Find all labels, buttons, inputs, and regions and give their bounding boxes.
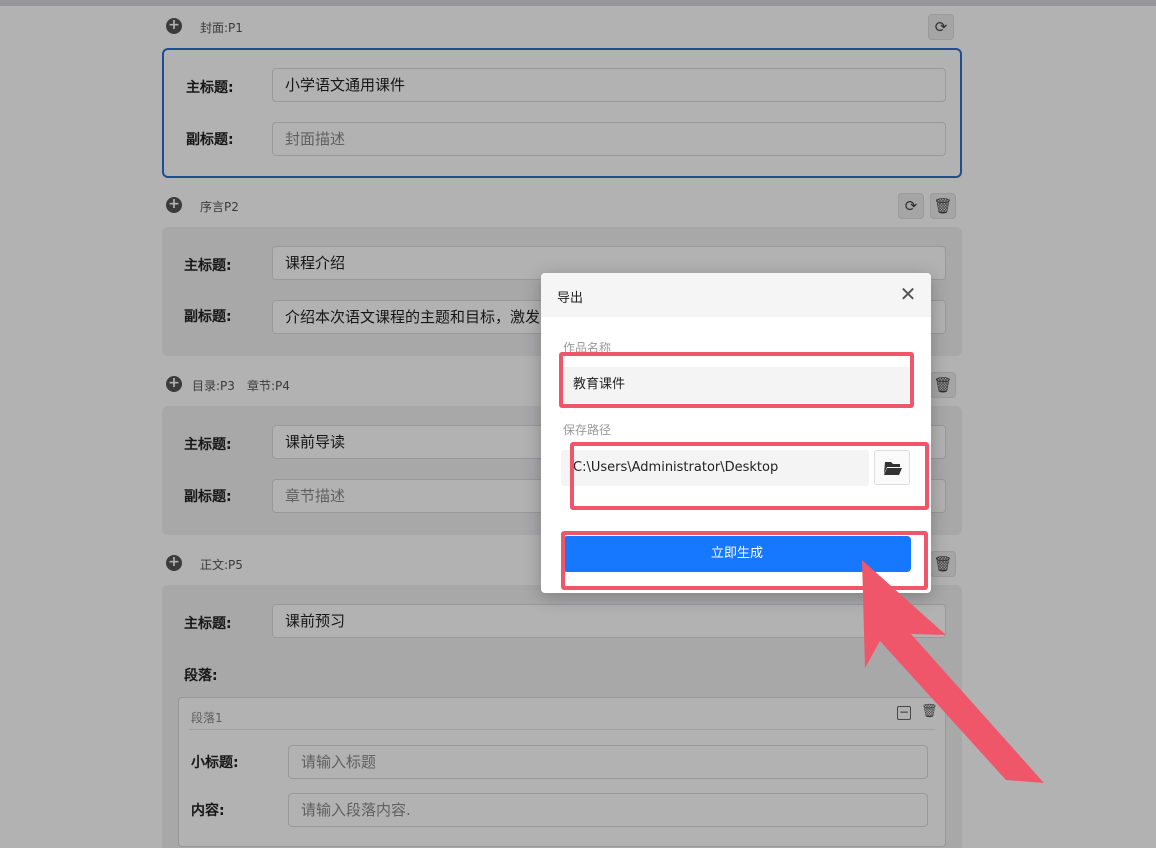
arrow-annotation bbox=[862, 560, 1044, 783]
